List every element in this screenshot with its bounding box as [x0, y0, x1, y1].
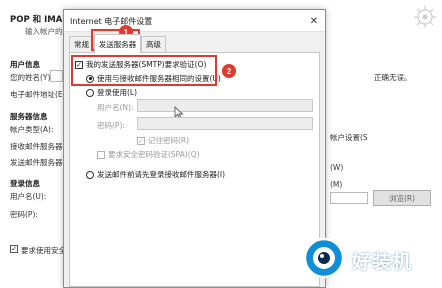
- highlight-smtp-auth: [71, 55, 217, 86]
- username-label: 用户名(U):: [10, 192, 47, 201]
- your-name-label: 您的姓名(Y):: [10, 73, 53, 82]
- email-address-label: 电子邮件地址(E):: [10, 90, 69, 99]
- watermark-logo-icon: [303, 237, 345, 279]
- tab-advanced[interactable]: 高级: [141, 36, 166, 52]
- password-label: 密码(P):: [97, 121, 125, 130]
- watermark-text: 好装机: [352, 251, 413, 273]
- test-ok-text: 正确无误。: [374, 73, 412, 82]
- user-info-heading: 用户信息: [10, 60, 40, 69]
- login-using-option[interactable]: 登录使用(L): [86, 87, 137, 98]
- password-input[interactable]: [137, 117, 313, 130]
- remember-password-option[interactable]: ✓ 记住密码(R): [137, 135, 189, 146]
- option-m-label: (M): [330, 180, 343, 189]
- internet-email-settings-dialog: Internet 电子邮件设置 ✕ 常规 发送服务器 高级 ✓ 我的发送服务器(…: [63, 9, 326, 288]
- server-info-heading: 服务器信息: [10, 112, 48, 121]
- close-icon[interactable]: ✕: [303, 10, 325, 32]
- require-spa-checkbox[interactable]: [97, 150, 105, 159]
- username-label: 用户名(N):: [97, 103, 134, 112]
- option-w-label: (W): [330, 163, 344, 172]
- watermark: 好装机: [300, 233, 442, 288]
- require-spa-label: 要求使用安全: [21, 246, 66, 255]
- require-spa-checkbox[interactable]: ✓: [10, 245, 18, 253]
- data-file-input[interactable]: [330, 192, 368, 204]
- login-using-label: 登录使用(L): [97, 88, 138, 97]
- tab-outgoing-server[interactable]: 发送服务器: [94, 34, 141, 53]
- login-before-send-label: 发送邮件前请先登录接收邮件服务器(I): [97, 170, 226, 179]
- require-spa-label: 要求安全密码验证(SPA)(Q): [108, 150, 200, 159]
- settings-gear-icon: [414, 6, 436, 28]
- login-before-send-radio[interactable]: [86, 170, 94, 179]
- step-badge-2: 2: [222, 64, 236, 78]
- account-settings-link[interactable]: 帐户设置(S: [330, 132, 368, 143]
- password-label: 密码(P):: [10, 210, 38, 219]
- remember-password-checkbox[interactable]: ✓: [137, 136, 145, 145]
- dialog-title: Internet 电子邮件设置: [70, 17, 153, 26]
- login-before-send-option[interactable]: 发送邮件前请先登录接收邮件服务器(I): [86, 169, 225, 180]
- outgoing-server-label: 发送邮件服务器(: [10, 158, 66, 167]
- username-input[interactable]: [137, 99, 313, 112]
- account-type-label: 帐户类型(A):: [10, 125, 54, 134]
- login-info-heading: 登录信息: [10, 179, 40, 188]
- your-name-input[interactable]: [50, 70, 63, 82]
- require-spa-option[interactable]: 要求安全密码验证(SPA)(Q): [97, 149, 200, 160]
- login-using-radio[interactable]: [86, 88, 94, 97]
- browse-button[interactable]: 浏览(R): [373, 190, 431, 206]
- remember-password-label: 记住密码(R): [148, 136, 190, 145]
